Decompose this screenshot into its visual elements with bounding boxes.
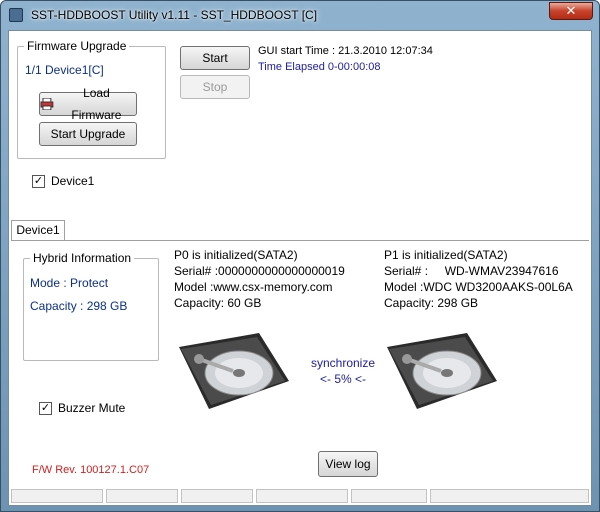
- status-segment: [106, 489, 178, 503]
- load-firmware-label: Load Firmware: [71, 86, 122, 122]
- p0-capacity: Capacity: 60 GB: [174, 296, 262, 310]
- status-segment: [351, 489, 427, 503]
- hybrid-mode: Mode : Protect: [30, 276, 109, 290]
- stop-button[interactable]: Stop: [180, 75, 250, 99]
- app-window: SST-HDDBOOST Utility v1.11 - SST_HDDBOOS…: [0, 0, 600, 512]
- device1-checkbox-label: Device1: [51, 174, 95, 188]
- p0-model: Model :www.csx-memory.com: [174, 280, 333, 294]
- printer-icon: [40, 98, 54, 110]
- p1-serial: Serial# : WD-WMAV23947616: [384, 264, 559, 278]
- p0-status: P0 is initialized(SATA2): [174, 248, 298, 262]
- status-segment: [256, 489, 348, 503]
- status-bar: [9, 487, 591, 505]
- start-button[interactable]: Start: [180, 46, 250, 70]
- load-firmware-button[interactable]: Load Firmware: [39, 86, 137, 122]
- sync-status: synchronize <- 5% <-: [308, 355, 378, 387]
- hybrid-capacity: Capacity : 298 GB: [30, 299, 128, 313]
- p1-model: Model :WDC WD3200AAKS-00L6A: [384, 280, 573, 294]
- title-bar[interactable]: SST-HDDBOOST Utility v1.11 - SST_HDDBOOS…: [1, 1, 599, 29]
- p0-serial: Serial# :0000000000000000019: [174, 264, 345, 278]
- device1-tab-panel: Hybrid Information Mode : Protect Capaci…: [11, 240, 589, 485]
- app-icon: [9, 8, 23, 22]
- view-log-button[interactable]: View log: [318, 451, 378, 477]
- status-segment: [430, 489, 589, 503]
- tab-device1[interactable]: Device1: [11, 220, 65, 241]
- buzzer-mute-row[interactable]: ✓ Buzzer Mute: [39, 401, 125, 415]
- hybrid-information-group: Hybrid Information Mode : Protect Capaci…: [23, 251, 159, 361]
- p1-capacity: Capacity: 298 GB: [384, 296, 479, 310]
- start-upgrade-button[interactable]: Start Upgrade: [39, 122, 137, 146]
- firmware-upgrade-group: Firmware Upgrade 1/1 Device1[C] Load Fir…: [17, 39, 166, 159]
- buzzer-mute-label: Buzzer Mute: [58, 401, 126, 415]
- sync-label: synchronize: [310, 356, 376, 370]
- p1-info: P1 is initialized(SATA2) Serial# : WD-WM…: [384, 247, 573, 311]
- close-icon[interactable]: ✕: [549, 2, 593, 20]
- sync-progress: <- 5% <-: [319, 372, 367, 386]
- firmware-upgrade-title: Firmware Upgrade: [24, 39, 130, 53]
- status-segment: [181, 489, 253, 503]
- p1-status: P1 is initialized(SATA2): [384, 248, 508, 262]
- p0-info: P0 is initialized(SATA2) Serial# :000000…: [174, 247, 345, 311]
- firmware-device-label: 1/1 Device1[C]: [25, 63, 104, 77]
- device1-checkbox[interactable]: ✓: [32, 174, 45, 188]
- hybrid-information-title: Hybrid Information: [30, 251, 135, 265]
- time-elapsed: Time Elapsed 0-00:00:08: [258, 61, 381, 73]
- gui-start-time: GUI start Time : 21.3.2010 12:07:34: [258, 45, 433, 57]
- firmware-revision: F/W Rev. 100127.1.C07: [32, 464, 150, 476]
- status-segment: [11, 489, 103, 503]
- device1-checkbox-row[interactable]: ✓ Device1: [32, 174, 94, 188]
- window-title: SST-HDDBOOST Utility v1.11 - SST_HDDBOOS…: [31, 8, 318, 22]
- buzzer-mute-checkbox[interactable]: ✓: [39, 401, 52, 415]
- main-panel: Firmware Upgrade 1/1 Device1[C] Load Fir…: [8, 30, 592, 506]
- hdd-icon: [179, 333, 289, 409]
- hdd-icon: [387, 333, 497, 409]
